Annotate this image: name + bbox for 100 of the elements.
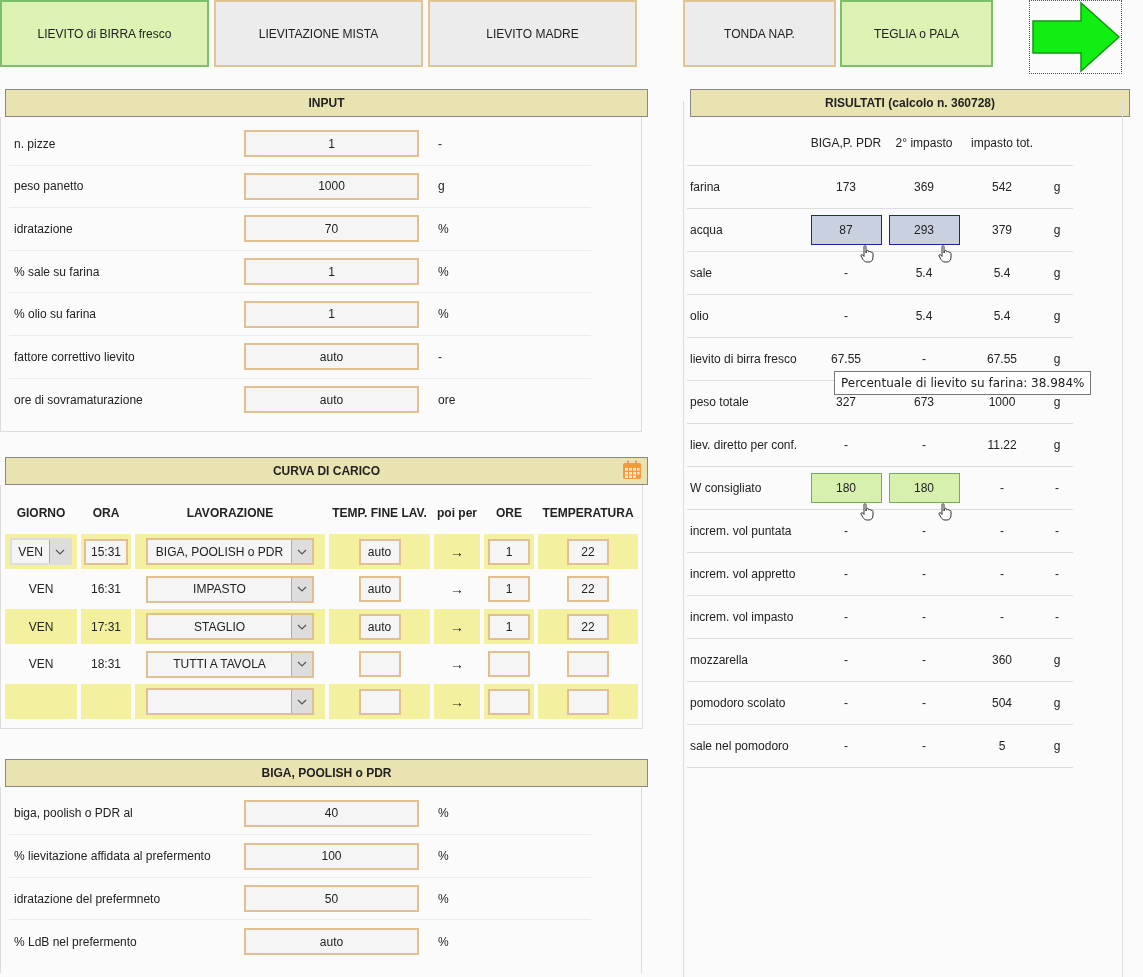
row-label: W consigliato [689, 481, 763, 495]
hours-field[interactable]: 1 [488, 576, 530, 603]
panel-header: INPUT [5, 89, 648, 117]
value-cell[interactable]: 180 [888, 473, 960, 503]
yeast-type-tab[interactable]: LIEVITAZIONE MISTA [214, 0, 423, 67]
end-temperature-field[interactable]: auto [358, 538, 401, 565]
row-label: olio [689, 309, 710, 323]
column-header: LAVORAZIONE [185, 505, 275, 523]
unit-label: g [1052, 351, 1062, 368]
arrow-text: → [450, 618, 464, 635]
chevron-down-icon [297, 586, 307, 593]
input-field[interactable]: 1 [244, 258, 419, 286]
arrow-text: → [450, 581, 464, 598]
value-text: 5 [998, 739, 1006, 753]
chevron-down-icon [297, 548, 307, 555]
field-label: biga, poolish o PDR al [13, 806, 134, 821]
input-field[interactable]: 70 [244, 215, 419, 243]
unit-label: g [1052, 738, 1062, 755]
next-button[interactable] [1029, 0, 1122, 74]
arrow-text: → [450, 543, 464, 560]
column-header: ORE [495, 505, 523, 523]
input-field[interactable]: 50 [244, 885, 419, 913]
unit-label: - [438, 349, 442, 364]
temperature-field[interactable]: 22 [567, 538, 609, 565]
arrow-text: → [450, 693, 464, 710]
value-cell[interactable]: 293 [888, 215, 960, 245]
step-select[interactable]: TUTTI A TAVOLA [146, 650, 314, 678]
temperature-field[interactable]: 22 [567, 576, 609, 603]
unit-label: % [438, 849, 449, 864]
day-select[interactable]: VEN [10, 538, 72, 566]
step-select[interactable]: BIGA, POOLISH o PDR [146, 538, 314, 566]
unit-label: % [438, 307, 449, 322]
calendar-icon[interactable] [622, 460, 642, 481]
input-field[interactable]: auto [244, 386, 419, 414]
day-text: VEN [28, 619, 54, 634]
value-text: 327 [836, 395, 856, 409]
end-temperature-field[interactable] [358, 651, 401, 678]
field-label: % lievitazione affidata al prefermento [13, 849, 212, 864]
unit-label: % [438, 934, 449, 949]
value-text: - [1000, 567, 1004, 581]
temperature-field[interactable] [567, 651, 609, 678]
table-cell [81, 684, 131, 720]
value-text: 11.22 [987, 438, 1017, 452]
row-label: farina [689, 180, 722, 194]
value-text: 379 [992, 223, 1012, 237]
input-field[interactable]: 40 [244, 799, 419, 827]
unit-label: - [1054, 609, 1060, 626]
field-label: % sale su farina [13, 264, 101, 279]
value-text: - [844, 696, 848, 710]
row-label: sale [689, 266, 713, 280]
temperature-field[interactable]: 22 [567, 613, 609, 640]
column-header: GIORNO [15, 505, 67, 523]
time-field[interactable]: 15:31 [84, 538, 128, 565]
hours-field[interactable]: 1 [488, 538, 530, 565]
input-field[interactable]: auto [244, 928, 419, 956]
row-label: pomodoro scolato [689, 696, 787, 710]
value-text: - [922, 567, 926, 581]
row-label: acqua [689, 223, 724, 237]
value-text: - [844, 266, 848, 280]
end-temperature-field[interactable]: auto [358, 613, 401, 640]
step-select[interactable]: IMPASTO [146, 575, 314, 603]
temperature-field[interactable] [567, 688, 609, 715]
time-text: 16:31 [91, 582, 121, 597]
step-select[interactable] [146, 688, 314, 716]
input-field[interactable]: auto [244, 343, 419, 371]
input-field[interactable]: 100 [244, 842, 419, 870]
value-cell[interactable]: 87 [810, 215, 882, 245]
value-cell[interactable]: 180 [810, 473, 882, 503]
value-text: 504 [992, 696, 1012, 710]
unit-label: g [1052, 265, 1062, 282]
field-label: fattore correttivo lievito [13, 349, 136, 364]
unit-label: g [1052, 222, 1062, 239]
hours-field[interactable]: 1 [488, 613, 530, 640]
unit-label: % [438, 264, 449, 279]
value-text: 67.55 [831, 352, 861, 366]
column-header: poi per [436, 505, 478, 523]
pizza-shape-tab[interactable]: TONDA NAP. [683, 0, 836, 67]
input-field[interactable]: 1000 [244, 172, 419, 200]
value-text: 5.4 [993, 309, 1011, 323]
value-text: - [844, 567, 848, 581]
yeast-type-tab[interactable]: LIEVITO MADRE [428, 0, 637, 67]
value-text: - [922, 739, 926, 753]
time-text: 18:31 [91, 657, 121, 672]
pizza-shape-tab[interactable]: TEGLIA o PALA [840, 0, 993, 67]
day-text: VEN [28, 582, 54, 597]
value-text: 360 [992, 653, 1012, 667]
step-select[interactable]: STAGLIO [146, 613, 314, 641]
hours-field[interactable] [488, 651, 530, 678]
input-field[interactable]: 1 [244, 130, 419, 158]
unit-label: ore [438, 392, 456, 407]
column-header: TEMPERATURA [541, 505, 635, 523]
value-text: - [1000, 524, 1004, 538]
yeast-type-tab[interactable]: LIEVITO di BIRRA fresco [0, 0, 209, 67]
right-arrow-icon [1031, 1, 1121, 73]
value-text: 542 [992, 180, 1012, 194]
value-text: - [844, 309, 848, 323]
end-temperature-field[interactable] [358, 688, 401, 715]
end-temperature-field[interactable]: auto [358, 576, 401, 603]
row-label: increm. vol impasto [689, 610, 795, 624]
input-field[interactable]: 1 [244, 300, 419, 328]
